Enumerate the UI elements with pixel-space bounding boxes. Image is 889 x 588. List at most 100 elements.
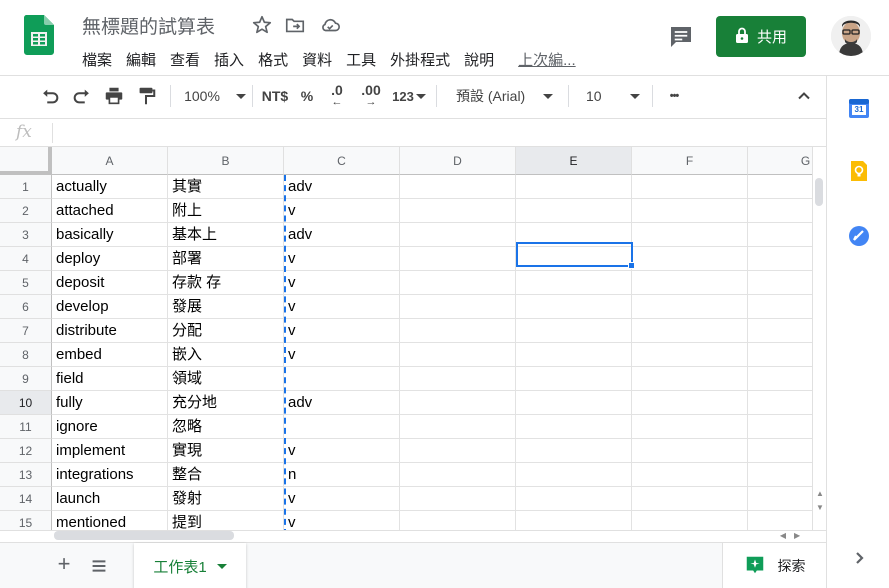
cell-d9[interactable] [400,367,516,391]
cell-d1[interactable] [400,175,516,199]
cell-e9[interactable] [516,367,632,391]
cell-b14[interactable]: 發射 [168,487,284,511]
cell-g9[interactable] [748,367,812,391]
cell-d14[interactable] [400,487,516,511]
cell-c15[interactable]: v [284,511,400,530]
zoom-select[interactable]: 100% [180,76,250,116]
share-button[interactable]: 共用 [716,16,806,57]
cell-f12[interactable] [632,439,748,463]
cell-b3[interactable]: 基本上 [168,223,284,247]
cell-a15[interactable]: mentioned [52,511,168,530]
font-family-select[interactable]: 預設 (Arial) [446,76,562,116]
cell-b9[interactable]: 領域 [168,367,284,391]
cell-e12[interactable] [516,439,632,463]
cell-e5[interactable] [516,271,632,295]
row-header[interactable]: 10 [0,391,52,415]
cell-d13[interactable] [400,463,516,487]
cell-g10[interactable] [748,391,812,415]
row-header[interactable]: 13 [0,463,52,487]
horizontal-scroll-thumb[interactable] [54,531,234,540]
cell-b2[interactable]: 附上 [168,199,284,223]
cell-g8[interactable] [748,343,812,367]
cell-d15[interactable] [400,511,516,530]
fill-handle[interactable] [628,262,635,269]
cell-e15[interactable] [516,511,632,530]
cell-f10[interactable] [632,391,748,415]
star-icon[interactable] [251,14,273,36]
cell-a5[interactable]: deposit [52,271,168,295]
all-sheets-icon[interactable] [88,555,110,577]
cell-c1[interactable]: adv [284,175,400,199]
cell-b7[interactable]: 分配 [168,319,284,343]
scroll-arrows-icon[interactable]: ▲ ▼ [814,487,826,517]
cell-e1[interactable] [516,175,632,199]
percent-format-button[interactable]: % [296,76,318,116]
cell-b12[interactable]: 實現 [168,439,284,463]
cell-a9[interactable]: field [52,367,168,391]
cell-g12[interactable] [748,439,812,463]
cell-b1[interactable]: 其實 [168,175,284,199]
cell-g1[interactable] [748,175,812,199]
avatar[interactable] [831,16,871,56]
increase-decimal-button[interactable]: .00 → [356,76,386,116]
row-header[interactable]: 12 [0,439,52,463]
cell-e6[interactable] [516,295,632,319]
cell-g13[interactable] [748,463,812,487]
sheets-logo-icon[interactable] [23,15,54,55]
column-header-f[interactable]: F [632,147,748,175]
cell-d12[interactable] [400,439,516,463]
cell-c3[interactable]: adv [284,223,400,247]
cell-d4[interactable] [400,247,516,271]
row-header[interactable]: 4 [0,247,52,271]
cell-b5[interactable]: 存款 存 [168,271,284,295]
column-header-c[interactable]: C [284,147,400,175]
cell-g11[interactable] [748,415,812,439]
paint-format-icon[interactable] [132,76,160,116]
row-header[interactable]: 7 [0,319,52,343]
cell-c8[interactable]: v [284,343,400,367]
cell-a11[interactable]: ignore [52,415,168,439]
cell-a10[interactable]: fully [52,391,168,415]
cell-a12[interactable]: implement [52,439,168,463]
cell-g6[interactable] [748,295,812,319]
cell-d5[interactable] [400,271,516,295]
cell-b6[interactable]: 發展 [168,295,284,319]
cell-a2[interactable]: attached [52,199,168,223]
cell-d11[interactable] [400,415,516,439]
vertical-scroll-thumb[interactable] [815,178,823,206]
cell-d8[interactable] [400,343,516,367]
cell-a3[interactable]: basically [52,223,168,247]
cell-f8[interactable] [632,343,748,367]
menu-data[interactable]: 資料 [302,49,332,71]
cell-f6[interactable] [632,295,748,319]
cell-c2[interactable]: v [284,199,400,223]
cell-d2[interactable] [400,199,516,223]
cell-g14[interactable] [748,487,812,511]
cell-c14[interactable]: v [284,487,400,511]
cell-b10[interactable]: 充分地 [168,391,284,415]
cell-e11[interactable] [516,415,632,439]
menu-insert[interactable]: 插入 [214,49,244,71]
cell-g4[interactable] [748,247,812,271]
cell-e2[interactable] [516,199,632,223]
row-header[interactable]: 14 [0,487,52,511]
cell-f11[interactable] [632,415,748,439]
cell-c4[interactable]: v [284,247,400,271]
cell-c13[interactable]: n [284,463,400,487]
cell-g2[interactable] [748,199,812,223]
cell-c10[interactable]: adv [284,391,400,415]
expand-icon[interactable] [847,546,871,570]
cell-a13[interactable]: integrations [52,463,168,487]
move-folder-icon[interactable] [284,14,306,36]
row-header[interactable]: 9 [0,367,52,391]
cell-f1[interactable] [632,175,748,199]
cell-e13[interactable] [516,463,632,487]
cell-g5[interactable] [748,271,812,295]
cell-e8[interactable] [516,343,632,367]
cell-g15[interactable] [748,511,812,530]
calendar-icon[interactable]: 31 [847,96,871,120]
menu-view[interactable]: 查看 [170,49,200,71]
selected-cell-e10[interactable] [516,242,633,267]
more-options-button[interactable]: ••• [660,76,688,116]
cell-f9[interactable] [632,367,748,391]
